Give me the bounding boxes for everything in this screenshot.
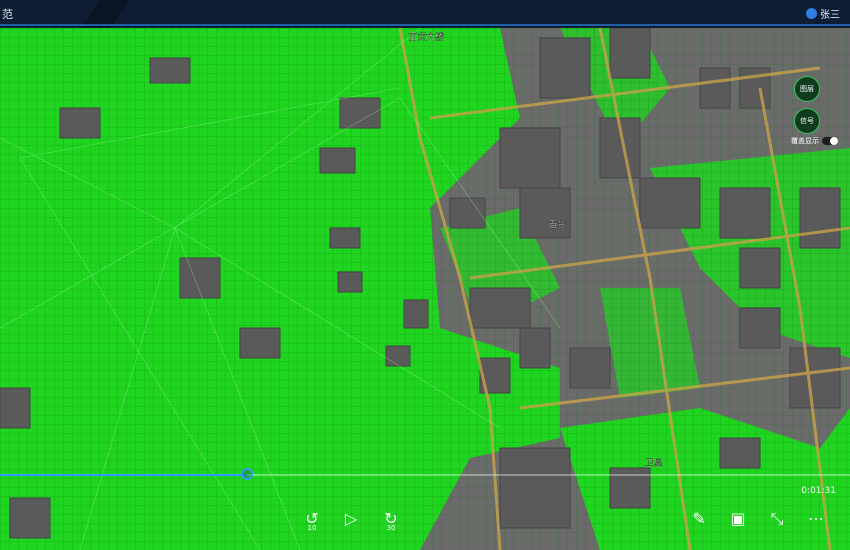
top-bar: 范 张三 (0, 0, 850, 28)
more-icon: ⋯ (808, 509, 824, 528)
signal-toggle-button[interactable]: 信号 (794, 108, 820, 134)
timeline-progress (0, 474, 247, 476)
user-icon (806, 8, 817, 19)
rewind-seconds: 10 (307, 524, 317, 532)
play-button[interactable]: ▷ (338, 506, 364, 532)
picture-icon: ▣ (730, 509, 746, 528)
time-readout: 0:01:31 (801, 486, 836, 496)
collapse-icon: ⤡ (770, 509, 784, 528)
more-button[interactable]: ⋯ (803, 506, 829, 532)
forward-button[interactable]: ↻ 30 (378, 506, 404, 532)
pencil-icon: ✎ (692, 509, 706, 528)
picture-in-picture-button[interactable]: ▣ (725, 506, 751, 532)
poi-label-2: 百货 (548, 219, 566, 231)
map-view[interactable]: 百货大楼 百货 卫星 图层 信号 覆盖显示 (0, 28, 850, 550)
coverage-map: 百货大楼 百货 卫星 (0, 28, 850, 550)
user-name: 张三 (820, 10, 840, 21)
player-controls: ↺ 10 ▷ ↻ 30 ✎ ▣ ⤡ ⋯ (0, 506, 850, 536)
user-menu[interactable]: 张三 (806, 6, 840, 21)
layer-toggle-label: 图层 (800, 85, 814, 93)
topbar-underline (0, 24, 850, 26)
collapse-button[interactable]: ⤡ (764, 506, 790, 532)
poi-label-1: 百货大楼 (408, 31, 444, 43)
app-title: 范 (2, 8, 13, 21)
forward-seconds: 30 (386, 524, 396, 532)
coverage-switch-row: 覆盖显示 (791, 136, 838, 146)
signal-toggle-label: 信号 (800, 117, 814, 125)
rewind-button[interactable]: ↺ 10 (299, 506, 325, 532)
coverage-switch[interactable] (822, 137, 838, 145)
timeline-handle[interactable] (240, 468, 253, 480)
play-icon: ▷ (344, 509, 358, 528)
timeline-track[interactable] (0, 468, 850, 480)
edit-button[interactable]: ✎ (686, 506, 712, 532)
layer-toggle-button[interactable]: 图层 (794, 76, 820, 102)
poi-label-3: 卫星 (645, 458, 663, 469)
coverage-switch-label: 覆盖显示 (791, 137, 819, 145)
